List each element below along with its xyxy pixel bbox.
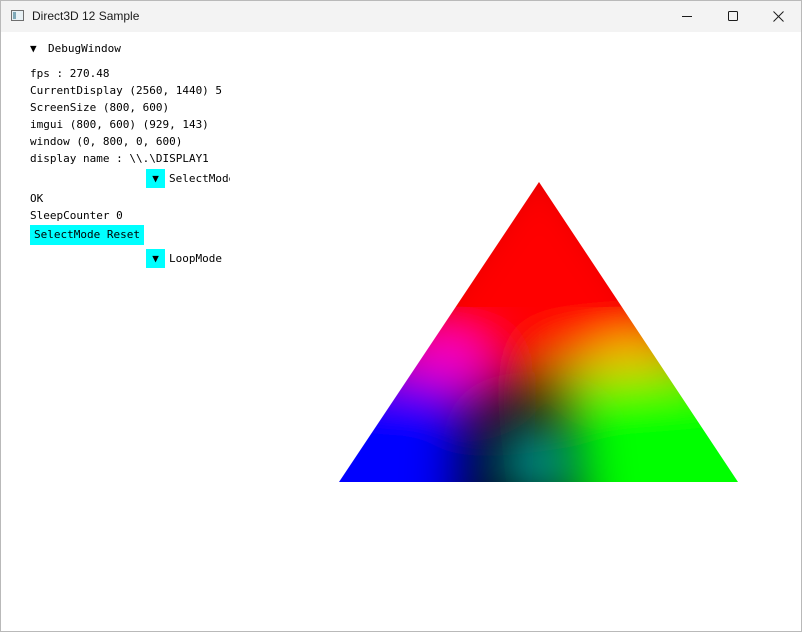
triangle-region-left [339, 362, 471, 482]
maximize-button[interactable] [710, 1, 756, 32]
status-text: OK [30, 192, 44, 205]
title-bar[interactable]: Direct3D 12 Sample [1, 1, 801, 32]
imgui-size-text: imgui (800, 600) (929, 143) [30, 118, 209, 131]
triangle-blend-cyan [502, 434, 570, 482]
chevron-down-icon: ▼ [152, 172, 159, 185]
close-button[interactable] [755, 1, 801, 32]
app-window: Direct3D 12 Sample ▼ DebugWindow fps: 2… [0, 0, 802, 632]
fps-text: fps : 270.48 [30, 67, 110, 80]
triangle-blend-magenta [411, 324, 491, 380]
loop-mode-dropdown-button[interactable]: ▼ [146, 249, 165, 268]
triangle-blend-yellow [598, 330, 654, 370]
select-mode-dropdown-button[interactable]: ▼ [146, 169, 165, 188]
display-name-text: display name : \\.\DISPLAY1 [30, 152, 209, 165]
render-area[interactable]: ▼ DebugWindow fps : 270.48 CurrentDisplay… [1, 32, 801, 631]
screen-size-text: ScreenSize (800, 600) [30, 101, 170, 114]
collapse-arrow-icon[interactable]: ▼ [30, 42, 48, 56]
current-display-text: CurrentDisplay (2560, 1440) 5 [30, 84, 223, 97]
debug-window[interactable]: ▼ DebugWindow fps : 270.48 CurrentDisplay… [1, 32, 230, 272]
maximize-icon [727, 11, 738, 21]
rgb-triangle [339, 182, 738, 482]
triangle-region-right [561, 352, 738, 482]
triangle-region-top [339, 182, 738, 422]
debug-window-header[interactable]: ▼ DebugWindow [30, 42, 121, 56]
debug-window-title: DebugWindow [48, 42, 121, 55]
app-icon [11, 10, 24, 21]
window-title: Direct3D 12 Sample [32, 9, 140, 23]
minimize-button[interactable] [664, 1, 710, 32]
chevron-down-icon: ▼ [152, 252, 159, 265]
window-rect-text: window (0, 800, 0, 600) [30, 135, 183, 148]
sleep-counter-text: SleepCounter 0 [30, 209, 123, 222]
minimize-icon [681, 16, 692, 17]
close-icon [772, 11, 784, 22]
loop-mode-label: LoopMode [169, 252, 222, 265]
select-mode-label: SelectMode [169, 172, 230, 185]
select-mode-reset-button[interactable]: SelectMode Reset [30, 225, 144, 245]
